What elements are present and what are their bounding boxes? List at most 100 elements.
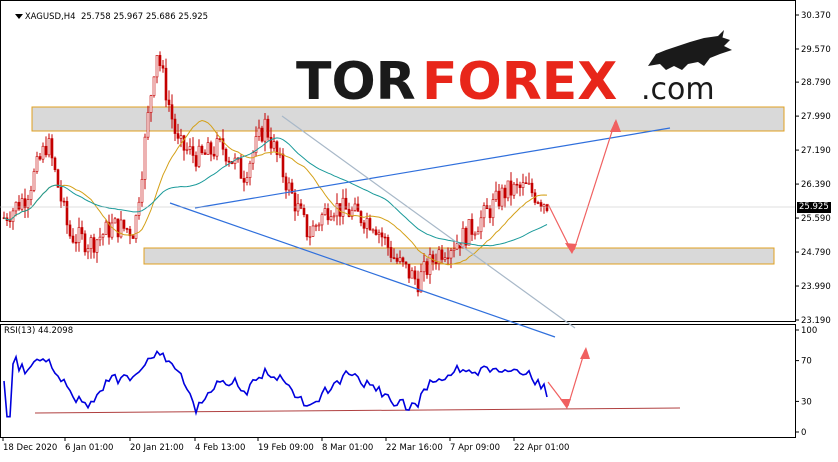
- price-tick-label: 23.190: [801, 316, 831, 326]
- candle-body: [344, 197, 348, 210]
- candle-body: [101, 234, 105, 238]
- candle-body: [38, 156, 42, 160]
- candle-body: [341, 197, 345, 217]
- candle-body: [239, 158, 243, 179]
- candle-body: [320, 214, 324, 226]
- candle-body: [140, 179, 144, 203]
- candle-body: [71, 235, 75, 243]
- candle-body: [500, 187, 504, 207]
- price-tick-label: 29.570: [801, 45, 831, 55]
- candle-body: [278, 153, 282, 156]
- chart-window[interactable]: 30.370 29.570 28.790 27.990 27.190 26.390 25.5…: [0, 0, 838, 458]
- candle-body: [74, 241, 78, 244]
- candle-body: [65, 201, 69, 226]
- time-tick-label: 20 Jan 21:00: [130, 443, 184, 453]
- candle-body: [215, 138, 219, 157]
- candle-body: [374, 229, 378, 235]
- candle-body: [407, 263, 411, 279]
- candle-body: [26, 199, 30, 208]
- candle-body: [131, 235, 135, 239]
- candle-body: [314, 225, 318, 227]
- candle-body: [296, 203, 300, 212]
- candle-body: [377, 232, 381, 235]
- candle-body: [482, 205, 486, 219]
- price-tick-label: 23.990: [801, 282, 831, 292]
- candle-body: [371, 229, 375, 232]
- time-tick-label: 18 Dec 2020: [3, 443, 57, 453]
- candle-body: [317, 224, 321, 227]
- candle-body: [146, 112, 150, 138]
- candle-body: [473, 233, 477, 236]
- candle-body: [413, 270, 417, 280]
- candle-body: [467, 219, 471, 246]
- candle-body: [476, 231, 480, 235]
- candle-body: [518, 184, 522, 188]
- candle-body: [200, 145, 204, 154]
- candle-body: [203, 152, 207, 155]
- candle-body: [470, 219, 474, 235]
- candle-body: [116, 218, 120, 238]
- candle-body: [311, 225, 315, 237]
- candle-body: [113, 218, 117, 224]
- candle-body: [281, 153, 285, 178]
- support-zone: [143, 247, 775, 265]
- candle-body: [521, 182, 525, 188]
- candle-body: [11, 210, 15, 222]
- candle-body: [62, 200, 66, 203]
- candle-body: [77, 227, 81, 243]
- candle-body: [434, 261, 438, 264]
- candle-body: [287, 182, 291, 191]
- candle-body: [23, 198, 27, 208]
- candle-body: [527, 182, 531, 185]
- candle-body: [161, 65, 165, 69]
- candle-body: [95, 239, 99, 253]
- time-axis: 18 Dec 2020 6 Jan 01:00 20 Jan 21:00 4 Feb …: [2, 437, 569, 453]
- candle-body: [155, 55, 159, 78]
- candle-body: [329, 216, 333, 221]
- candle-body: [323, 208, 327, 216]
- candle-body: [8, 220, 12, 222]
- candle-body: [542, 204, 546, 207]
- candle-body: [227, 160, 231, 163]
- candle-body: [209, 142, 213, 155]
- rsi-tick-label: 70: [801, 357, 812, 367]
- candle-body: [167, 99, 171, 105]
- candle-body: [398, 257, 402, 262]
- rsi-tick-label: 30: [801, 397, 812, 407]
- candle-body: [383, 236, 387, 239]
- candle-body: [224, 148, 228, 162]
- candle-body: [134, 215, 138, 239]
- rsi-tick-label: 0: [801, 428, 806, 438]
- logo-part-forex: FOREX: [422, 52, 617, 112]
- candle-body: [335, 203, 339, 217]
- candle-body: [455, 243, 459, 250]
- candle-body: [35, 156, 39, 172]
- candle-body: [263, 118, 267, 142]
- candle-body: [47, 138, 51, 156]
- candle-body: [386, 237, 390, 248]
- candle-body: [305, 214, 309, 238]
- chart-symbol: XAGUSD,H4: [24, 12, 76, 22]
- time-tick-label: 22 Apr 01:00: [514, 443, 569, 453]
- price-tick-label: 25.590: [801, 214, 831, 224]
- chart-header: XAGUSD,H4 25.758 25.967 25.686 25.925: [4, 2, 208, 32]
- candle-body: [494, 190, 498, 200]
- price-tick-label: 26.390: [801, 180, 831, 190]
- candle-body: [41, 145, 45, 160]
- candle-body: [260, 127, 264, 142]
- time-tick-label: 6 Jan 01:00: [65, 443, 113, 453]
- price-tick-label: 28.790: [801, 78, 831, 88]
- current-price-tag: 25.925: [797, 202, 831, 213]
- chart-canvas[interactable]: 30.370 29.570 28.790 27.990 27.190 26.390 25.5…: [0, 0, 838, 458]
- candle-body: [56, 169, 60, 188]
- candle-body: [173, 118, 177, 134]
- candle-body: [449, 250, 453, 259]
- time-tick-label: 22 Mar 16:00: [386, 443, 443, 453]
- candle-body: [392, 257, 396, 259]
- candle-body: [119, 219, 123, 238]
- candle-body: [158, 55, 162, 66]
- candle-body: [452, 248, 456, 251]
- candle-body: [368, 218, 372, 231]
- candle-body: [83, 233, 87, 253]
- candle-body: [179, 135, 183, 139]
